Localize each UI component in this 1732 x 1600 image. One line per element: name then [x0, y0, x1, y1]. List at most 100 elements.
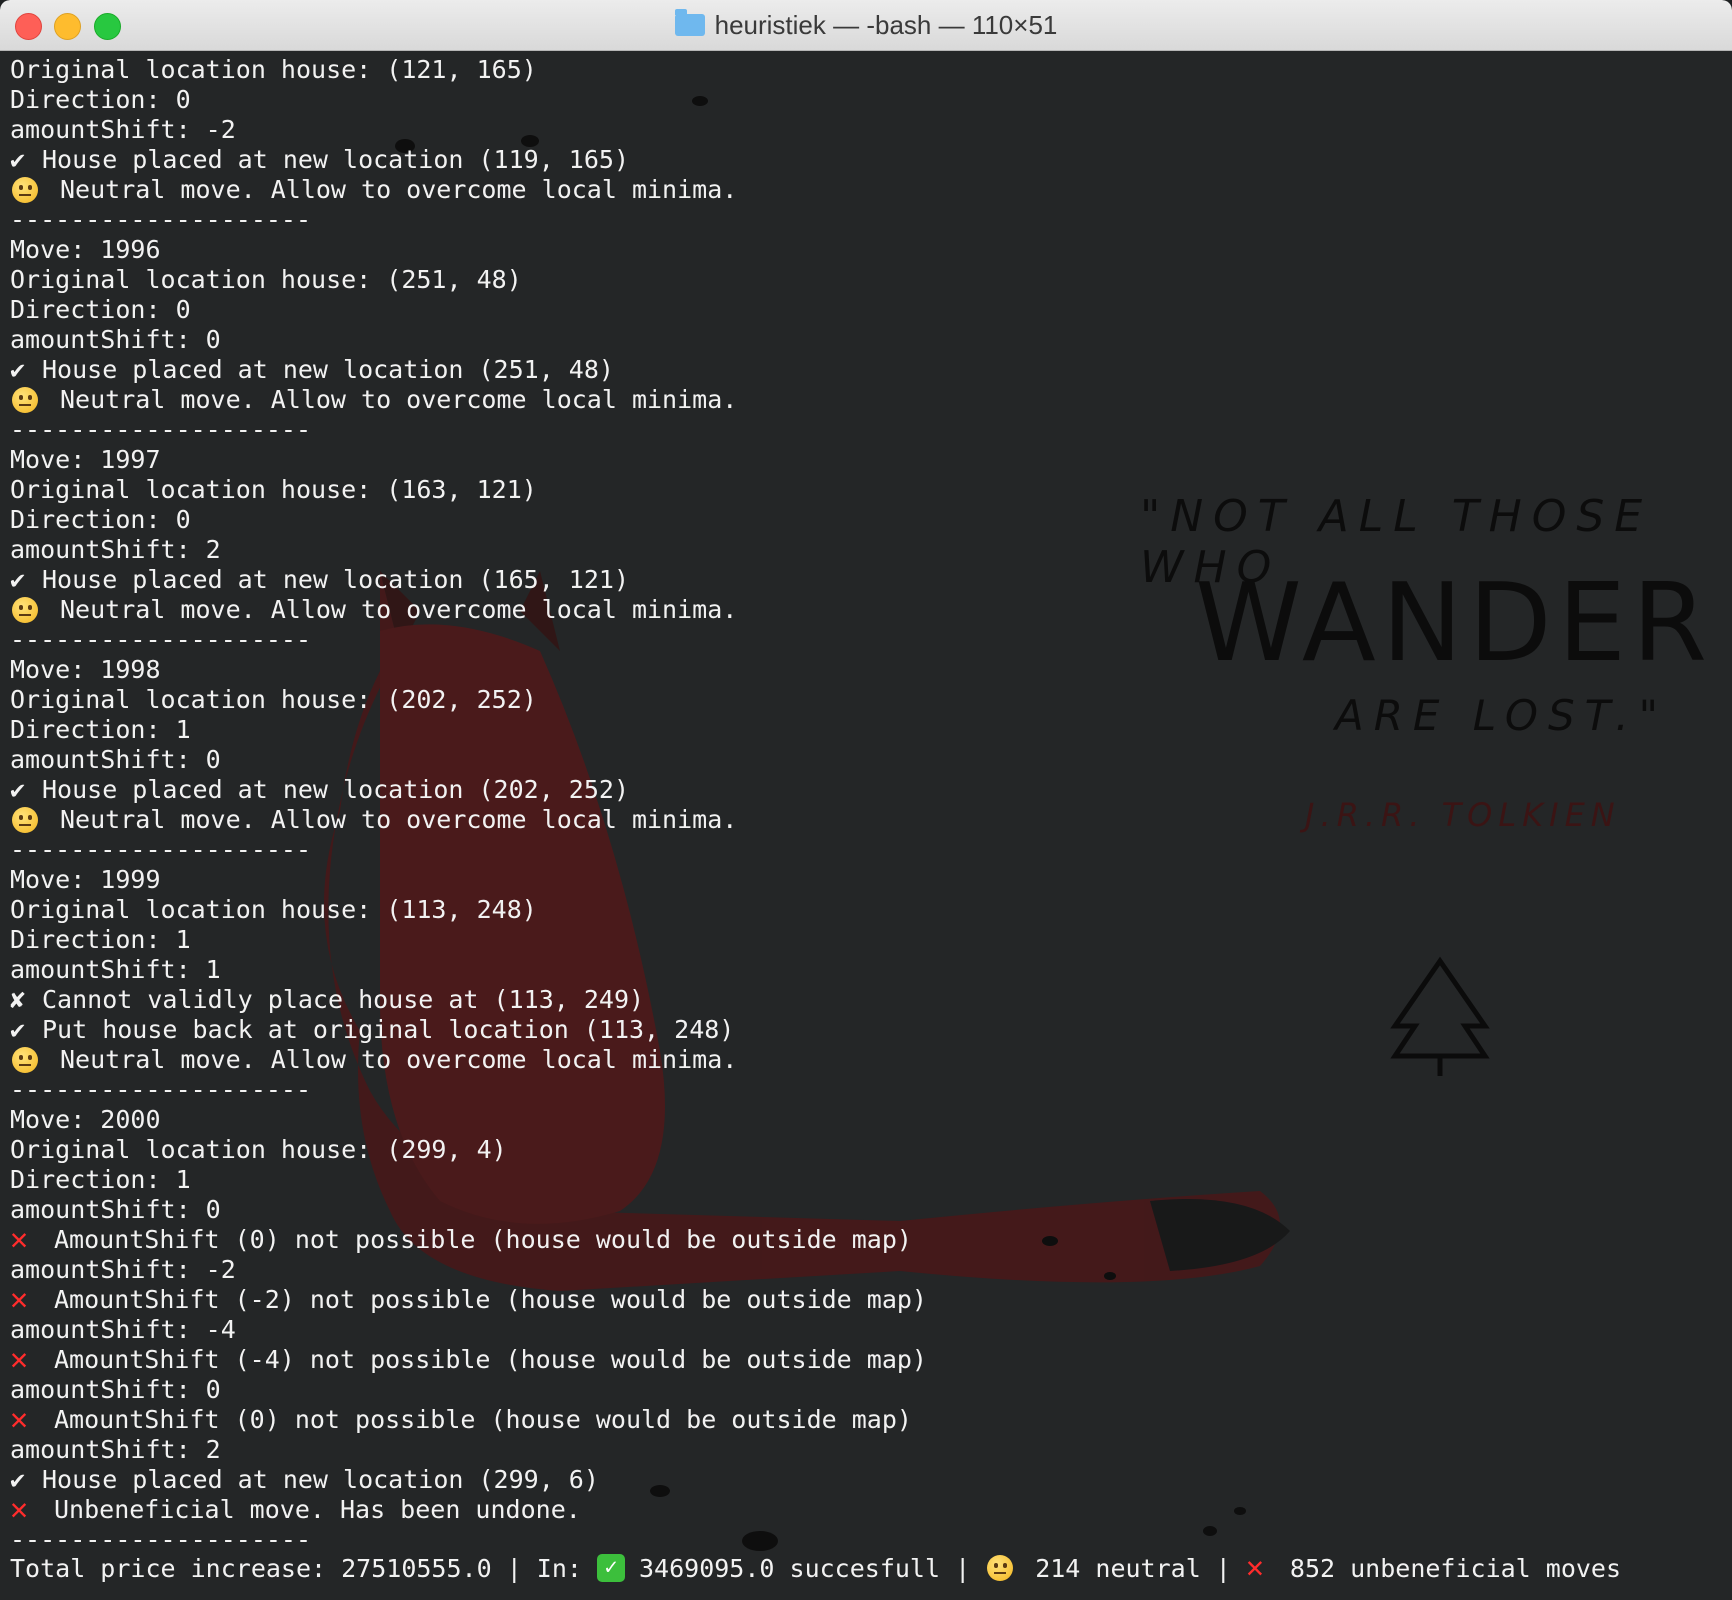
red-x-icon: ✕ — [1245, 1550, 1264, 1585]
terminal-line-text: Direction: 0 — [10, 505, 191, 534]
terminal-line: ✕ AmountShift (0) not possible (house wou… — [10, 1225, 927, 1255]
terminal-line-text: -------------------- — [10, 1075, 312, 1104]
terminal-line-text: Move: 2000 — [10, 1105, 161, 1134]
neutral-face-icon — [12, 597, 38, 623]
terminal-line-text: House placed at new location (165, 121) — [42, 565, 629, 594]
terminal-line-text: -------------------- — [10, 625, 312, 654]
terminal-line: ✕ AmountShift (-2) not possible (house wo… — [10, 1285, 927, 1315]
terminal-line-text: Original location house: (163, 121) — [10, 475, 537, 504]
red-x-icon: ✕ — [10, 1402, 29, 1437]
green-check-icon: ✓ — [597, 1554, 625, 1582]
folder-icon — [674, 9, 705, 36]
terminal-line: amountShift: -2 — [10, 115, 927, 145]
status-summary-line: Total price increase: 27510555.0 | In: ✓… — [10, 1551, 1621, 1585]
terminal-line-text: Move: 1996 — [10, 235, 161, 264]
window-title: heuristiek — -bash — 110×51 — [714, 9, 1058, 40]
terminal-line-text: House placed at new location (299, 6) — [42, 1465, 599, 1494]
terminal-line: amountShift: -2 — [10, 1255, 927, 1285]
terminal-line: -------------------- — [10, 835, 927, 865]
terminal-line: amountShift: 0 — [10, 325, 927, 355]
quote-author: J.R.R. TOLKIEN — [1305, 796, 1621, 834]
check-icon: ✔ — [10, 145, 26, 174]
terminal-line-text: AmountShift (-4) not possible (house wou… — [54, 1345, 927, 1374]
terminal-line-text: Original location house: (299, 4) — [10, 1135, 507, 1164]
terminal-line: -------------------- — [10, 1075, 927, 1105]
terminal-line-text: Original location house: (113, 248) — [10, 895, 537, 924]
terminal-content[interactable]: "NOT ALL THOSE WHO WANDER ARE LOST." J.R… — [0, 51, 1732, 1600]
terminal-line-text: Neutral move. Allow to overcome local mi… — [60, 385, 738, 414]
terminal-line-text: Original location house: (202, 252) — [10, 685, 537, 714]
terminal-line-text: Direction: 1 — [10, 925, 191, 954]
terminal-output: Original location house: (121, 165) Direc… — [10, 55, 927, 1555]
terminal-line: Direction: 0 — [10, 505, 927, 535]
terminal-line: ✔ House placed at new location (165, 121) — [10, 565, 927, 595]
check-icon: ✔ — [10, 565, 26, 594]
terminal-line-text: Put house back at original location (113… — [42, 1015, 735, 1044]
neutral-face-icon — [12, 177, 38, 203]
terminal-line-text: Neutral move. Allow to overcome local mi… — [60, 175, 738, 204]
terminal-line-text: Cannot validly place house at (113, 249) — [42, 985, 645, 1014]
terminal-line-text: Original location house: (121, 165) — [10, 55, 537, 84]
terminal-line: Neutral move. Allow to overcome local mi… — [10, 595, 927, 625]
terminal-line-text: Neutral move. Allow to overcome local mi… — [60, 595, 738, 624]
check-icon: ✔ — [10, 355, 26, 384]
terminal-line: Move: 1998 — [10, 655, 927, 685]
red-x-icon: ✕ — [10, 1282, 29, 1317]
terminal-line-text: House placed at new location (119, 165) — [42, 145, 629, 174]
successful-count-text: 3469095.0 succesfull | — [639, 1553, 986, 1583]
terminal-line: Move: 2000 — [10, 1105, 927, 1135]
terminal-line-text: Direction: 0 — [10, 85, 191, 114]
terminal-line-text: Move: 1999 — [10, 865, 161, 894]
terminal-line-text: AmountShift (0) not possible (house woul… — [54, 1225, 912, 1254]
terminal-line: Neutral move. Allow to overcome local mi… — [10, 1045, 927, 1075]
cross-mark-icon: ✘ — [10, 985, 26, 1014]
title-bar: heuristiek — -bash — 110×51 — [0, 0, 1732, 51]
unbeneficial-count-text: 852 unbeneficial moves — [1289, 1553, 1622, 1583]
terminal-line: -------------------- — [10, 625, 927, 655]
check-icon: ✔ — [10, 1465, 26, 1494]
terminal-line-text: -------------------- — [10, 835, 312, 864]
terminal-line: Direction: 1 — [10, 925, 927, 955]
terminal-line: ✕ AmountShift (-4) not possible (house wo… — [10, 1345, 927, 1375]
neutral-face-icon — [12, 1047, 38, 1073]
terminal-line: Neutral move. Allow to overcome local mi… — [10, 805, 927, 835]
terminal-line-text: House placed at new location (202, 252) — [42, 775, 629, 804]
terminal-line: ✔ Put house back at original location (11… — [10, 1015, 927, 1045]
terminal-line-text: -------------------- — [10, 415, 312, 444]
terminal-line: amountShift: -4 — [10, 1315, 927, 1345]
terminal-line: Direction: 1 — [10, 1165, 927, 1195]
terminal-line-text: Neutral move. Allow to overcome local mi… — [60, 805, 738, 834]
neutral-count-text: 214 neutral | — [1035, 1553, 1246, 1583]
terminal-line: Direction: 0 — [10, 85, 927, 115]
terminal-line: Original location house: (113, 248) — [10, 895, 927, 925]
terminal-line: Neutral move. Allow to overcome local mi… — [10, 175, 927, 205]
neutral-face-icon — [12, 807, 38, 833]
quote-line-2: WANDER — [1195, 561, 1713, 686]
terminal-line-text: Move: 1998 — [10, 655, 161, 684]
terminal-line: Original location house: (202, 252) — [10, 685, 927, 715]
window-title-area: heuristiek — -bash — 110×51 — [0, 0, 1732, 50]
red-x-icon: ✕ — [10, 1222, 29, 1257]
terminal-line-text: amountShift: 0 — [10, 745, 221, 774]
terminal-window: heuristiek — -bash — 110×51 "NOT ALL THO… — [0, 0, 1732, 1600]
terminal-line: ✕ Unbeneficial move. Has been undone. — [10, 1495, 927, 1525]
terminal-line-text: amountShift: -2 — [10, 115, 236, 144]
terminal-line-text: amountShift: 1 — [10, 955, 221, 984]
terminal-line-text: amountShift: 0 — [10, 1375, 221, 1404]
terminal-line: ✔ House placed at new location (299, 6) — [10, 1465, 927, 1495]
terminal-line: ✕ AmountShift (0) not possible (house wou… — [10, 1405, 927, 1435]
terminal-line: Move: 1997 — [10, 445, 927, 475]
terminal-line-text: Direction: 1 — [10, 1165, 191, 1194]
terminal-line-text: amountShift: 2 — [10, 535, 221, 564]
terminal-line-text: amountShift: 2 — [10, 1435, 221, 1464]
neutral-face-icon — [987, 1555, 1014, 1581]
terminal-line-text: amountShift: 0 — [10, 325, 221, 354]
terminal-line: amountShift: 0 — [10, 745, 927, 775]
red-x-icon: ✕ — [10, 1342, 29, 1377]
terminal-line: amountShift: 0 — [10, 1195, 927, 1225]
terminal-line: Original location house: (121, 165) — [10, 55, 927, 85]
terminal-line-text: Neutral move. Allow to overcome local mi… — [60, 1045, 738, 1074]
terminal-line: ✔ House placed at new location (202, 252) — [10, 775, 927, 805]
neutral-face-icon — [12, 387, 38, 413]
terminal-line: ✔ House placed at new location (119, 165) — [10, 145, 927, 175]
